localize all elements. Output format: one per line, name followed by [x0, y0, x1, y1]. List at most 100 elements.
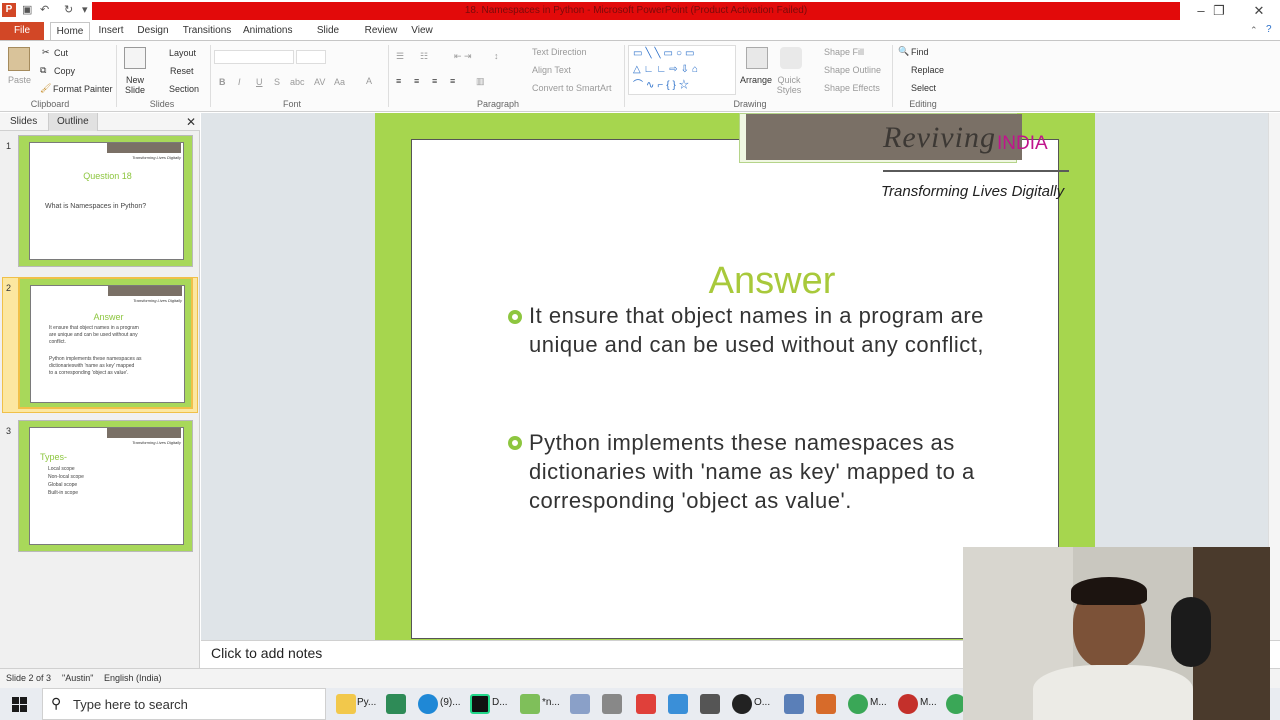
app-icon[interactable]: [636, 694, 656, 714]
shape-effects-button[interactable]: Shape Effects: [824, 83, 880, 93]
arrange-icon[interactable]: [746, 47, 768, 69]
layout-button[interactable]: Layout: [169, 48, 196, 58]
line-spacing-icon[interactable]: ↕: [494, 51, 499, 61]
italic-button[interactable]: I: [238, 77, 241, 87]
database-icon[interactable]: [570, 694, 590, 714]
windows-start-icon[interactable]: [12, 697, 27, 712]
tab-slides[interactable]: Slides: [10, 113, 37, 131]
logo-thumbnail: [108, 286, 182, 296]
align-right-icon[interactable]: ≡: [432, 76, 437, 86]
save-icon[interactable]: ▣: [22, 3, 32, 16]
customize-qat-icon[interactable]: ▾: [82, 3, 88, 16]
align-center-icon[interactable]: ≡: [414, 76, 419, 86]
bullets-icon[interactable]: ☰: [396, 51, 404, 62]
new-slide-icon[interactable]: [124, 47, 146, 69]
file-explorer-icon[interactable]: [336, 694, 356, 714]
quick-styles-icon[interactable]: [780, 47, 802, 69]
justify-icon[interactable]: ≡: [450, 76, 455, 86]
copy-icon: ⧉: [40, 65, 47, 75]
slide-title[interactable]: Answer: [622, 260, 922, 303]
bullet-text-2[interactable]: Python implements these namespaces as di…: [529, 428, 1029, 515]
ribbon-collapse-icon[interactable]: ⌃: [1250, 25, 1258, 36]
app-icon[interactable]: [386, 694, 406, 714]
window-title: 18. Namespaces in Python - Microsoft Pow…: [92, 2, 1180, 20]
cut-button[interactable]: Cut: [54, 48, 68, 58]
slides-group-label: Slides: [149, 99, 175, 109]
help-icon[interactable]: ?: [1266, 24, 1272, 35]
tab-transitions[interactable]: Transitions: [182, 22, 232, 40]
font-color-button[interactable]: A: [366, 76, 372, 86]
paste-button[interactable]: Paste: [8, 75, 31, 85]
chrome-icon[interactable]: [898, 694, 918, 714]
tab-home[interactable]: Home: [50, 22, 90, 40]
notepad-icon[interactable]: [520, 694, 540, 714]
section-button[interactable]: Section: [169, 84, 199, 94]
slide-number: 1: [6, 141, 12, 151]
shape-outline-button[interactable]: Shape Outline: [824, 65, 881, 75]
paste-icon[interactable]: [8, 47, 30, 71]
bullet-text-1[interactable]: It ensure that object names in a program…: [529, 301, 1029, 359]
slide-thumbnail-2[interactable]: Transforming Lives Digitally Answer It e…: [18, 277, 193, 409]
underline-button[interactable]: U: [256, 77, 263, 87]
shape-fill-button[interactable]: Shape Fill: [824, 47, 864, 57]
strike-button[interactable]: S: [274, 77, 280, 87]
chrome-icon[interactable]: [848, 694, 868, 714]
arrange-button[interactable]: Arrange: [740, 75, 772, 85]
edge-icon[interactable]: [418, 694, 438, 714]
font-size-select[interactable]: [296, 50, 326, 64]
app-icon[interactable]: [816, 694, 836, 714]
replace-button[interactable]: Replace: [911, 65, 944, 75]
slide-number: 2: [6, 283, 12, 293]
photos-icon[interactable]: [668, 694, 688, 714]
slide-thumbnail-3[interactable]: Transforming Lives Digitally Types- Loca…: [18, 420, 193, 552]
format-painter-button[interactable]: Format Painter: [53, 84, 113, 94]
close-button[interactable]: ✕: [1244, 2, 1274, 20]
tab-file[interactable]: File: [0, 22, 44, 40]
tab-animations[interactable]: Animations: [243, 22, 292, 40]
tab-slide-show[interactable]: Slide Show: [303, 22, 353, 54]
align-text-button[interactable]: Align Text: [532, 65, 571, 75]
change-case-button[interactable]: Aa: [334, 77, 345, 87]
shadow-button[interactable]: abc: [290, 77, 305, 87]
clipboard-group-label: Clipboard: [30, 99, 70, 109]
thumbnail-canvas: Transforming Lives Digitally Types- Loca…: [29, 427, 184, 545]
tab-outline[interactable]: Outline: [48, 113, 98, 131]
align-left-icon[interactable]: ≡: [396, 76, 401, 86]
tab-insert[interactable]: Insert: [96, 22, 126, 40]
tab-review[interactable]: Review: [364, 22, 398, 40]
slides-pane: Slides Outline ✕ 1 Transforming Lives Di…: [0, 113, 200, 668]
columns-icon[interactable]: ▥: [476, 76, 485, 87]
tagline-thumbnail: Transforming Lives Digitally: [132, 155, 181, 160]
bold-button[interactable]: B: [219, 77, 226, 87]
taskbar-search[interactable]: ⚲ Type here to search: [42, 688, 326, 720]
numbering-icon[interactable]: ☷: [420, 51, 428, 62]
redo-icon[interactable]: ↻: [64, 3, 73, 16]
new-slide-button[interactable]: New Slide: [122, 75, 148, 95]
tab-design[interactable]: Design: [136, 22, 170, 40]
app-icon[interactable]: [732, 694, 752, 714]
undo-icon[interactable]: ↶: [40, 3, 49, 16]
taskbar-app-label: M...: [870, 697, 887, 708]
shapes-gallery[interactable]: ▭╲╲▭○▭ △∟∟⇨⇩⌂ ⌒∿⌐{}☆: [628, 45, 736, 95]
paragraph-group-label: Paragraph: [476, 99, 520, 109]
reset-button[interactable]: Reset: [170, 66, 194, 76]
copy-button[interactable]: Copy: [54, 66, 75, 76]
tab-view[interactable]: View: [410, 22, 434, 40]
pycharm-icon[interactable]: [470, 694, 490, 714]
char-spacing-button[interactable]: AV: [314, 77, 325, 87]
slide-thumbnail-1[interactable]: Transforming Lives Digitally Question 18…: [18, 135, 193, 267]
restore-button[interactable]: ❐: [1204, 2, 1234, 20]
find-button[interactable]: Find: [911, 47, 929, 57]
logo-thumbnail: [107, 428, 181, 438]
app-icon[interactable]: [700, 694, 720, 714]
select-button[interactable]: Select: [911, 83, 936, 93]
quick-styles-button[interactable]: Quick Styles: [776, 75, 802, 95]
app-icon[interactable]: [602, 694, 622, 714]
convert-smartart-button[interactable]: Convert to SmartArt: [532, 83, 612, 93]
font-name-select[interactable]: [214, 50, 294, 64]
close-pane-icon[interactable]: ✕: [186, 113, 196, 131]
app-icon[interactable]: [784, 694, 804, 714]
indent-icon[interactable]: ⇤ ⇥: [454, 51, 472, 62]
language-indicator[interactable]: English (India): [104, 673, 162, 683]
text-direction-button[interactable]: Text Direction: [532, 47, 587, 57]
